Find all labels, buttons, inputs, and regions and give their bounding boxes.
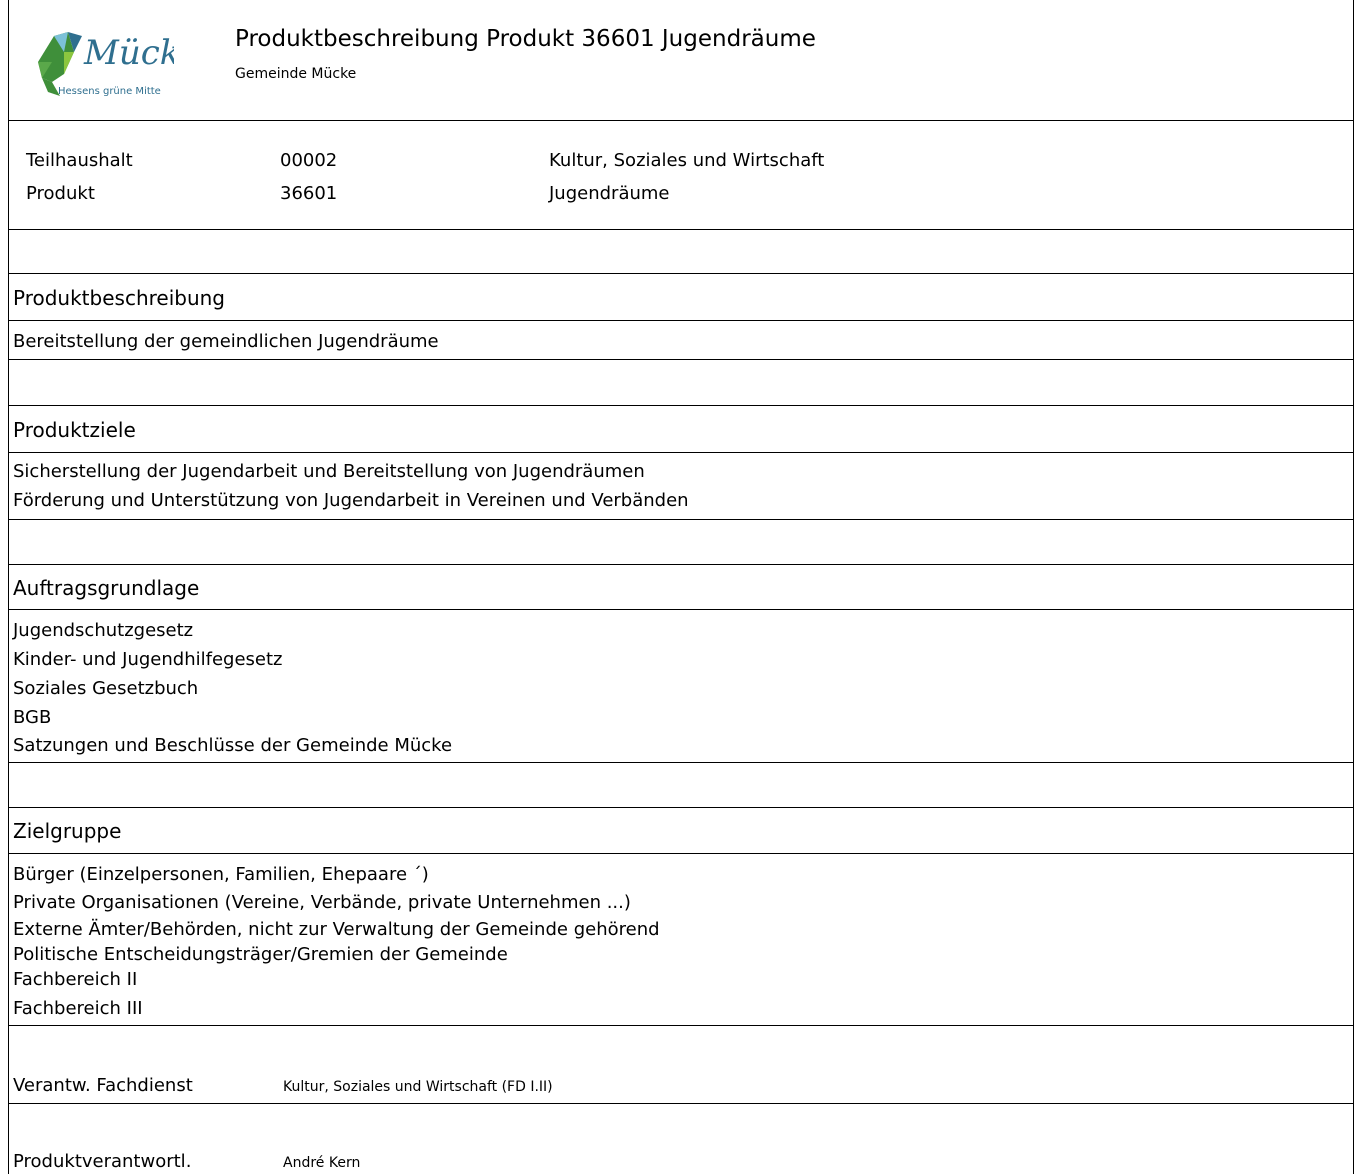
ziele-line: Förderung und Unterstützung von Jugendar… bbox=[13, 490, 689, 511]
divider bbox=[8, 120, 1354, 121]
divider bbox=[8, 853, 1354, 854]
divider bbox=[8, 452, 1354, 453]
svg-text:Mücke: Mücke bbox=[83, 33, 174, 73]
verantwortlich-label: Produktverantwortl. bbox=[13, 1151, 192, 1172]
divider bbox=[8, 762, 1354, 763]
zielgruppe-line: Private Organisationen (Vereine, Verbänd… bbox=[13, 892, 631, 913]
verantwortlich-value: André Kern bbox=[283, 1155, 361, 1171]
auftrag-line: Kinder- und Jugendhilfegesetz bbox=[13, 649, 283, 670]
divider bbox=[8, 1103, 1354, 1104]
auftrag-line: Satzungen und Beschlüsse der Gemeinde Mü… bbox=[13, 735, 453, 756]
auftrag-line: Soziales Gesetzbuch bbox=[13, 678, 199, 699]
section-heading-zielgruppe: Zielgruppe bbox=[13, 819, 122, 843]
section-heading-beschreibung: Produktbeschreibung bbox=[13, 286, 226, 310]
zielgruppe-line: Externe Ämter/Behörden, nicht zur Verwal… bbox=[13, 919, 660, 940]
auftrag-line: BGB bbox=[13, 707, 52, 728]
meta-label-produkt: Produkt bbox=[26, 183, 95, 204]
meta-code-teilhaushalt: 00002 bbox=[280, 150, 338, 171]
meta-name-teilhaushalt: Kultur, Soziales und Wirtschaft bbox=[549, 150, 825, 171]
zielgruppe-line: Fachbereich II bbox=[13, 969, 138, 990]
ziele-line: Sicherstellung der Jugendarbeit und Bere… bbox=[13, 461, 645, 482]
divider bbox=[8, 405, 1354, 406]
divider bbox=[8, 564, 1354, 565]
svg-text:Hessens grüne Mitte: Hessens grüne Mitte bbox=[58, 86, 161, 97]
section-heading-auftrag: Auftragsgrundlage bbox=[13, 576, 200, 600]
divider bbox=[8, 609, 1354, 610]
divider bbox=[8, 273, 1354, 274]
divider bbox=[8, 807, 1354, 808]
zielgruppe-line: Bürger (Einzelpersonen, Familien, Ehepaa… bbox=[13, 864, 429, 885]
fachdienst-label: Verantw. Fachdienst bbox=[13, 1075, 193, 1096]
muecke-logo: Mücke Hessens grüne Mitte bbox=[38, 32, 174, 97]
zielgruppe-line: Politische Entscheidungsträger/Gremien d… bbox=[13, 944, 508, 965]
page-subtitle: Gemeinde Mücke bbox=[235, 66, 357, 82]
divider bbox=[8, 359, 1354, 360]
section-heading-ziele: Produktziele bbox=[13, 418, 136, 442]
divider bbox=[8, 519, 1354, 520]
divider bbox=[8, 229, 1354, 230]
fachdienst-value: Kultur, Soziales und Wirtschaft (FD I.II… bbox=[283, 1079, 553, 1095]
zielgruppe-line: Fachbereich III bbox=[13, 998, 143, 1019]
meta-label-teilhaushalt: Teilhaushalt bbox=[26, 150, 133, 171]
auftrag-line: Jugendschutzgesetz bbox=[13, 620, 194, 641]
document-frame bbox=[8, 0, 1354, 1174]
divider bbox=[8, 1025, 1354, 1026]
meta-name-produkt: Jugendräume bbox=[549, 183, 670, 204]
page-title: Produktbeschreibung Produkt 36601 Jugend… bbox=[235, 26, 816, 52]
beschreibung-line: Bereitstellung der gemeindlichen Jugendr… bbox=[13, 331, 439, 352]
meta-code-produkt: 36601 bbox=[280, 183, 338, 204]
divider bbox=[8, 320, 1354, 321]
